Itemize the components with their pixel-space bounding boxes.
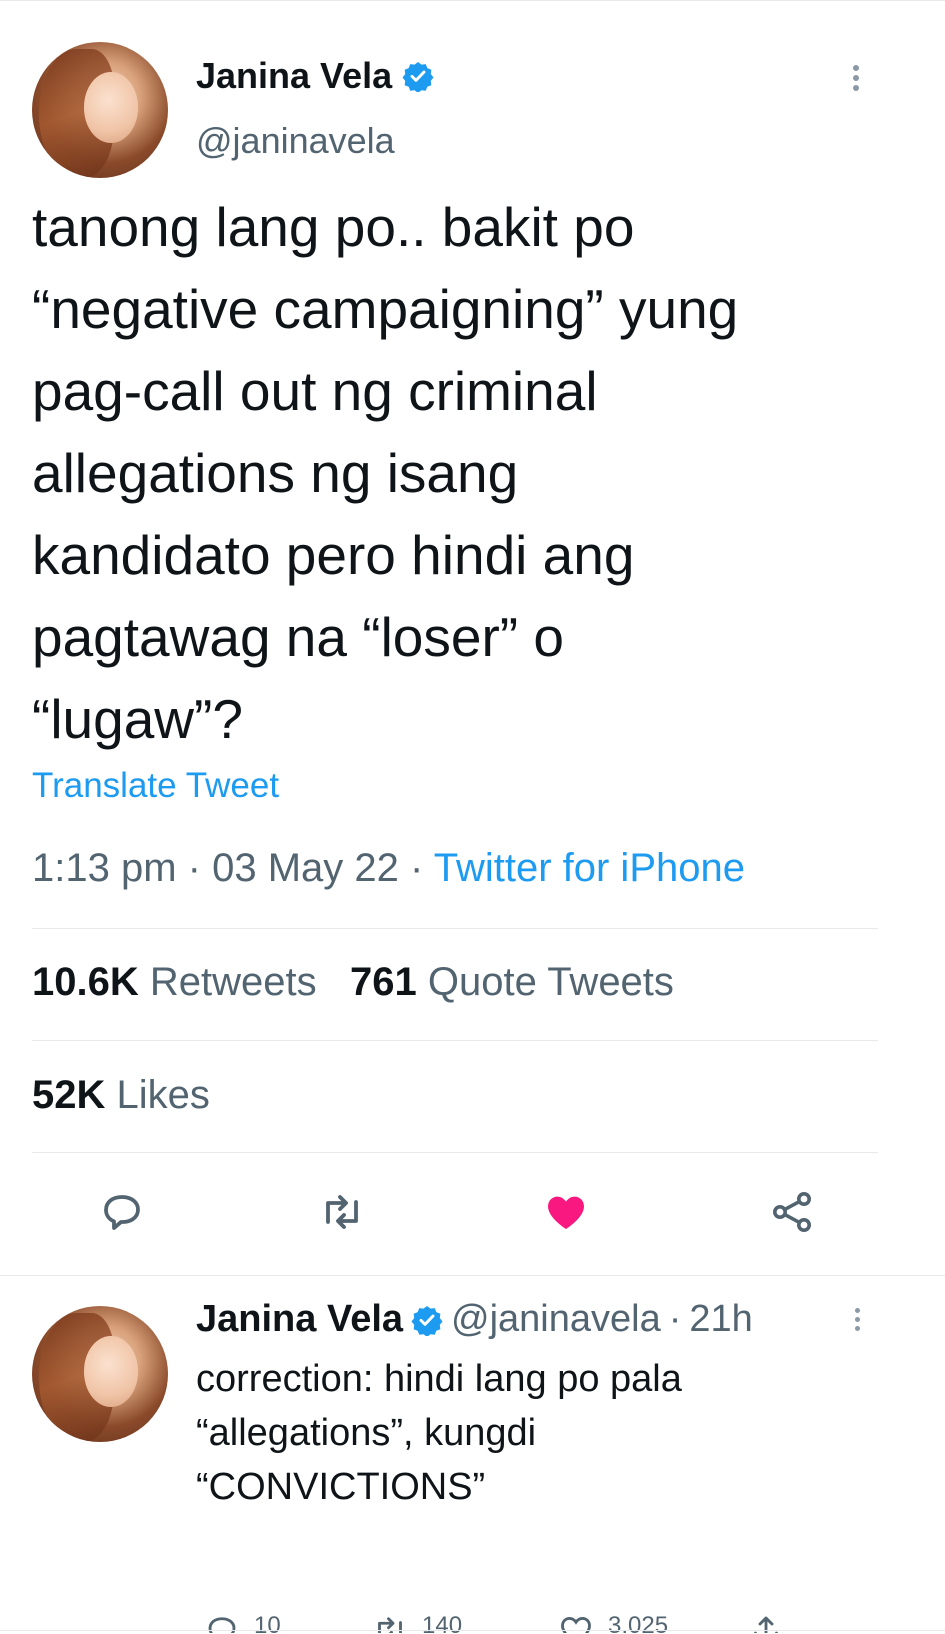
reply-author-avatar[interactable] — [32, 1306, 168, 1442]
reply-button[interactable] — [98, 1188, 146, 1236]
share-button[interactable] — [768, 1188, 816, 1236]
more-options-icon[interactable] — [846, 62, 866, 98]
reply-author-name[interactable]: Janina Vela — [196, 1298, 403, 1341]
tweet-time: 1:13 pm — [32, 846, 177, 890]
retweets-link[interactable]: 10.6K Retweets — [32, 960, 317, 1004]
avatar-face — [83, 1335, 139, 1407]
quotes-count: 761 — [349, 960, 417, 1004]
likes-label: Likes — [116, 1073, 210, 1117]
reply-more-options-icon[interactable] — [850, 1306, 864, 1336]
retweet-stats: 10.6K Retweets 761 Quote Tweets — [32, 960, 674, 1005]
reply-age[interactable]: 21h — [689, 1298, 752, 1341]
tweet-text: tanong lang po.. bakit po “negative camp… — [32, 196, 739, 750]
likes-count: 52K — [32, 1073, 106, 1117]
divider — [32, 1040, 878, 1041]
reply-text: correction: hindi lang po pala “allegati… — [196, 1358, 682, 1508]
quote-tweets-link[interactable]: 761 Quote Tweets — [350, 960, 674, 1004]
reply-actions: 10 140 3,025 — [196, 1606, 896, 1633]
translate-tweet-link[interactable]: Translate Tweet — [32, 766, 279, 806]
reply-handle[interactable]: @janinavela — [451, 1298, 661, 1341]
author-handle[interactable]: @janinavela — [196, 120, 395, 162]
retweets-label: Retweets — [149, 960, 317, 1004]
retweet-icon — [326, 1195, 358, 1229]
retweet-button[interactable] — [318, 1188, 366, 1236]
likes-link[interactable]: 52K Likes — [32, 1073, 210, 1118]
bottom-divider — [0, 1630, 945, 1631]
verified-badge-icon — [411, 1305, 443, 1336]
divider — [32, 1152, 878, 1153]
verified-badge-icon — [402, 62, 434, 92]
avatar-face — [83, 71, 139, 143]
retweets-count: 10.6K — [32, 960, 139, 1004]
reply-separator: · — [668, 1298, 682, 1340]
meta-separator: · — [410, 846, 424, 890]
meta-separator: · — [187, 846, 201, 890]
tweet-timestamp: 1:13 pm · 03 May 22 · Twitter for iPhone — [32, 846, 745, 891]
reply-icon — [104, 1195, 140, 1230]
like-button[interactable] — [542, 1188, 590, 1236]
like-icon — [548, 1196, 584, 1229]
tweet-source-link[interactable]: Twitter for iPhone — [434, 846, 745, 890]
reply-header: Janina Vela @janinavela · 21h — [196, 1298, 753, 1341]
author-name-row: Janina Vela — [196, 55, 434, 97]
share-icon — [773, 1192, 811, 1232]
tweet-date: 03 May 22 — [212, 846, 399, 890]
quotes-label: Quote Tweets — [427, 960, 674, 1004]
author-name[interactable]: Janina Vela — [196, 55, 392, 97]
divider — [32, 928, 878, 929]
author-avatar[interactable] — [32, 42, 168, 178]
